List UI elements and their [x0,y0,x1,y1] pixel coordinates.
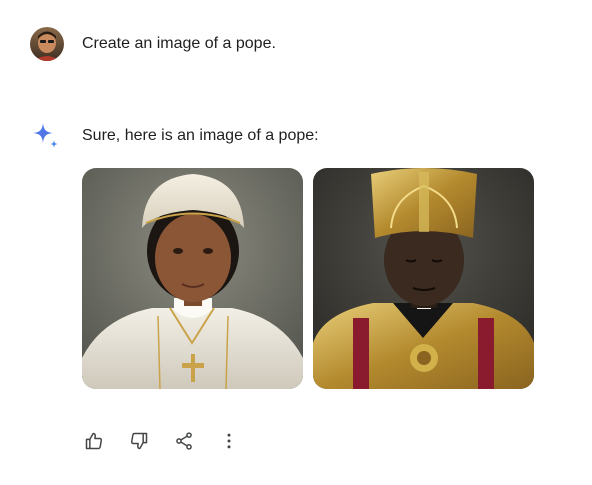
sparkle-icon [30,121,60,151]
user-prompt-text: Create an image of a pope. [82,35,276,52]
share-button[interactable] [168,425,200,457]
generated-images [82,168,534,389]
generated-image-1[interactable] [82,168,303,389]
thumbs-down-icon [129,431,149,451]
assistant-message: Sure, here is an image of a pope: [30,121,319,151]
thumbs-up-icon [84,431,104,451]
more-vert-icon [219,431,239,451]
response-actions [78,425,245,457]
generated-image-2[interactable] [313,168,534,389]
thumbs-down-button[interactable] [123,425,155,457]
share-icon [174,431,194,451]
assistant-response-text: Sure, here is an image of a pope: [82,127,319,144]
user-message: Create an image of a pope. [30,27,276,61]
user-avatar[interactable] [30,27,64,61]
more-options-button[interactable] [213,425,245,457]
thumbs-up-button[interactable] [78,425,110,457]
